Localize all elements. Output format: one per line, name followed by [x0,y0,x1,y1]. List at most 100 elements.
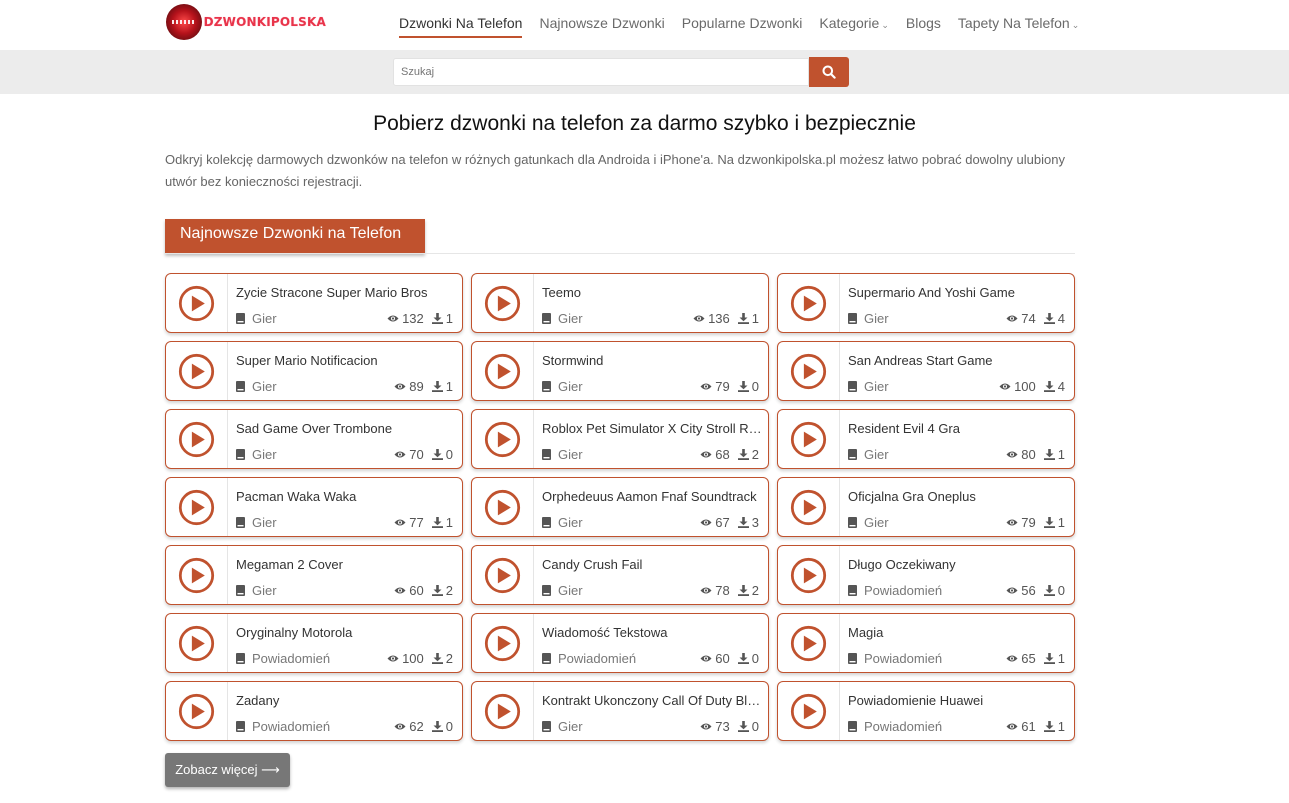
ringtone-stats: 60 0 [700,651,759,666]
ringtone-title[interactable]: Wiadomość Tekstowa [542,625,764,640]
play-button[interactable] [166,546,228,604]
ringtone-title[interactable]: Megaman 2 Cover [236,557,458,572]
download-icon [431,449,443,460]
play-button[interactable] [166,682,228,740]
ringtone-card[interactable]: Roblox Pet Simulator X City Stroll Robl.… [471,409,769,469]
ringtone-title[interactable]: Pacman Waka Waka [236,489,458,504]
ringtone-title[interactable]: San Andreas Start Game [848,353,1070,368]
ringtone-card[interactable]: Wiadomość Tekstowa Powiadomień 60 0 [471,613,769,673]
category-label: Powiadomień [252,651,331,666]
ringtone-category: Gier [542,515,583,530]
nav-item-tapety-na-telefon[interactable]: Tapety Na Telefon ⌄ [958,0,1079,38]
play-button[interactable] [472,274,534,332]
downloads-count: 3 [751,515,759,530]
category-label: Gier [252,515,277,530]
play-button[interactable] [778,682,840,740]
book-icon [542,721,551,732]
ringtone-category: Gier [848,379,889,394]
ringtone-card[interactable]: Supermario And Yoshi Game Gier 74 4 [777,273,1075,333]
ringtone-stats: 73 0 [700,719,759,734]
nav-item-popularne-dzwonki[interactable]: Popularne Dzwonki [682,0,803,38]
ringtone-title[interactable]: Magia [848,625,1070,640]
ringtone-card[interactable]: Magia Powiadomień 65 1 [777,613,1075,673]
play-button[interactable] [166,274,228,332]
play-button[interactable] [166,614,228,672]
play-button[interactable] [166,478,228,536]
ringtone-title[interactable]: Roblox Pet Simulator X City Stroll Robl.… [542,421,764,436]
downloads-count: 2 [751,583,759,598]
play-button[interactable] [778,410,840,468]
eye-icon [394,519,406,526]
ringtone-card[interactable]: Zadany Powiadomień 62 0 [165,681,463,741]
play-button[interactable] [472,614,534,672]
play-button[interactable] [778,614,840,672]
play-button[interactable] [778,546,840,604]
ringtone-card[interactable]: Super Mario Notificacion Gier 89 1 [165,341,463,401]
play-icon [484,421,521,457]
ringtone-title[interactable]: Oficjalna Gra Oneplus [848,489,1070,504]
play-button[interactable] [472,546,534,604]
play-button[interactable] [778,342,840,400]
ringtone-card[interactable]: Oficjalna Gra Oneplus Gier 79 1 [777,477,1075,537]
ringtone-card[interactable]: Zycie Stracone Super Mario Bros Gier 132 1 [165,273,463,333]
downloads-count: 1 [751,311,759,326]
ringtone-card[interactable]: Pacman Waka Waka Gier 77 1 [165,477,463,537]
ringtone-card[interactable]: Oryginalny Motorola Powiadomień 100 2 [165,613,463,673]
downloads-count: 2 [445,651,453,666]
nav-item-blogs[interactable]: Blogs [906,0,941,38]
ringtone-card[interactable]: Długo Oczekiwany Powiadomień 56 0 [777,545,1075,605]
play-button[interactable] [778,274,840,332]
ringtone-card[interactable]: Resident Evil 4 Gra Gier 80 1 [777,409,1075,469]
ringtone-card[interactable]: Orphedeuus Aamon Fnaf Soundtrack Gier 67 3 [471,477,769,537]
ringtone-title[interactable]: Resident Evil 4 Gra [848,421,1070,436]
play-button[interactable] [166,342,228,400]
ringtone-title[interactable]: Zycie Stracone Super Mario Bros [236,285,458,300]
nav-item-dzwonki-na-telefon[interactable]: Dzwonki Na Telefon [399,0,523,38]
play-button[interactable] [472,342,534,400]
ringtone-title[interactable]: Orphedeuus Aamon Fnaf Soundtrack [542,489,764,504]
ringtone-title[interactable]: Teemo [542,285,764,300]
ringtone-card[interactable]: Stormwind Gier 79 0 [471,341,769,401]
download-icon [737,313,749,324]
category-label: Powiadomień [864,719,943,734]
play-button[interactable] [472,478,534,536]
ringtone-card[interactable]: San Andreas Start Game Gier 100 4 [777,341,1075,401]
see-more-button[interactable]: Zobacz więcej ⟶ [165,753,290,787]
play-button[interactable] [472,410,534,468]
ringtone-title[interactable]: Super Mario Notificacion [236,353,458,368]
category-label: Powiadomień [252,719,331,734]
play-button[interactable] [166,410,228,468]
download-icon [737,653,749,664]
ringtone-card[interactable]: Megaman 2 Cover Gier 60 2 [165,545,463,605]
ringtone-card[interactable]: Candy Crush Fail Gier 78 2 [471,545,769,605]
ringtone-title[interactable]: Candy Crush Fail [542,557,764,572]
nav-item-najnowsze-dzwonki[interactable]: Najnowsze Dzwonki [539,0,664,38]
views-count: 132 [402,311,424,326]
site-logo[interactable]: DZWONKIPOLSKA [166,4,326,40]
book-icon [236,313,245,324]
ringtone-title[interactable]: Kontrakt Ukonczony Call Of Duty Blac... [542,693,764,708]
nav-item-kategorie[interactable]: Kategorie ⌄ [819,0,888,38]
category-label: Gier [252,583,277,598]
ringtone-title[interactable]: Powiadomienie Huawei [848,693,1070,708]
ringtone-category: Powiadomień [848,651,942,666]
views-count: 80 [1021,447,1036,462]
ringtone-card[interactable]: Powiadomienie Huawei Powiadomień 61 1 [777,681,1075,741]
ringtone-title[interactable]: Supermario And Yoshi Game [848,285,1070,300]
views-count: 60 [409,583,424,598]
ringtone-title[interactable]: Długo Oczekiwany [848,557,1070,572]
play-button[interactable] [472,682,534,740]
ringtone-card[interactable]: Sad Game Over Trombone Gier 70 0 [165,409,463,469]
ringtone-title[interactable]: Sad Game Over Trombone [236,421,458,436]
ringtone-title[interactable]: Oryginalny Motorola [236,625,458,640]
ringtone-title[interactable]: Stormwind [542,353,764,368]
eye-icon [700,383,712,390]
ringtone-card[interactable]: Kontrakt Ukonczony Call Of Duty Blac... G… [471,681,769,741]
book-icon [542,381,551,392]
nav-label: Najnowsze Dzwonki [539,15,665,31]
search-input[interactable] [393,58,809,86]
ringtone-card[interactable]: Teemo Gier 136 1 [471,273,769,333]
play-button[interactable] [778,478,840,536]
search-button[interactable] [809,57,849,87]
ringtone-title[interactable]: Zadany [236,693,458,708]
